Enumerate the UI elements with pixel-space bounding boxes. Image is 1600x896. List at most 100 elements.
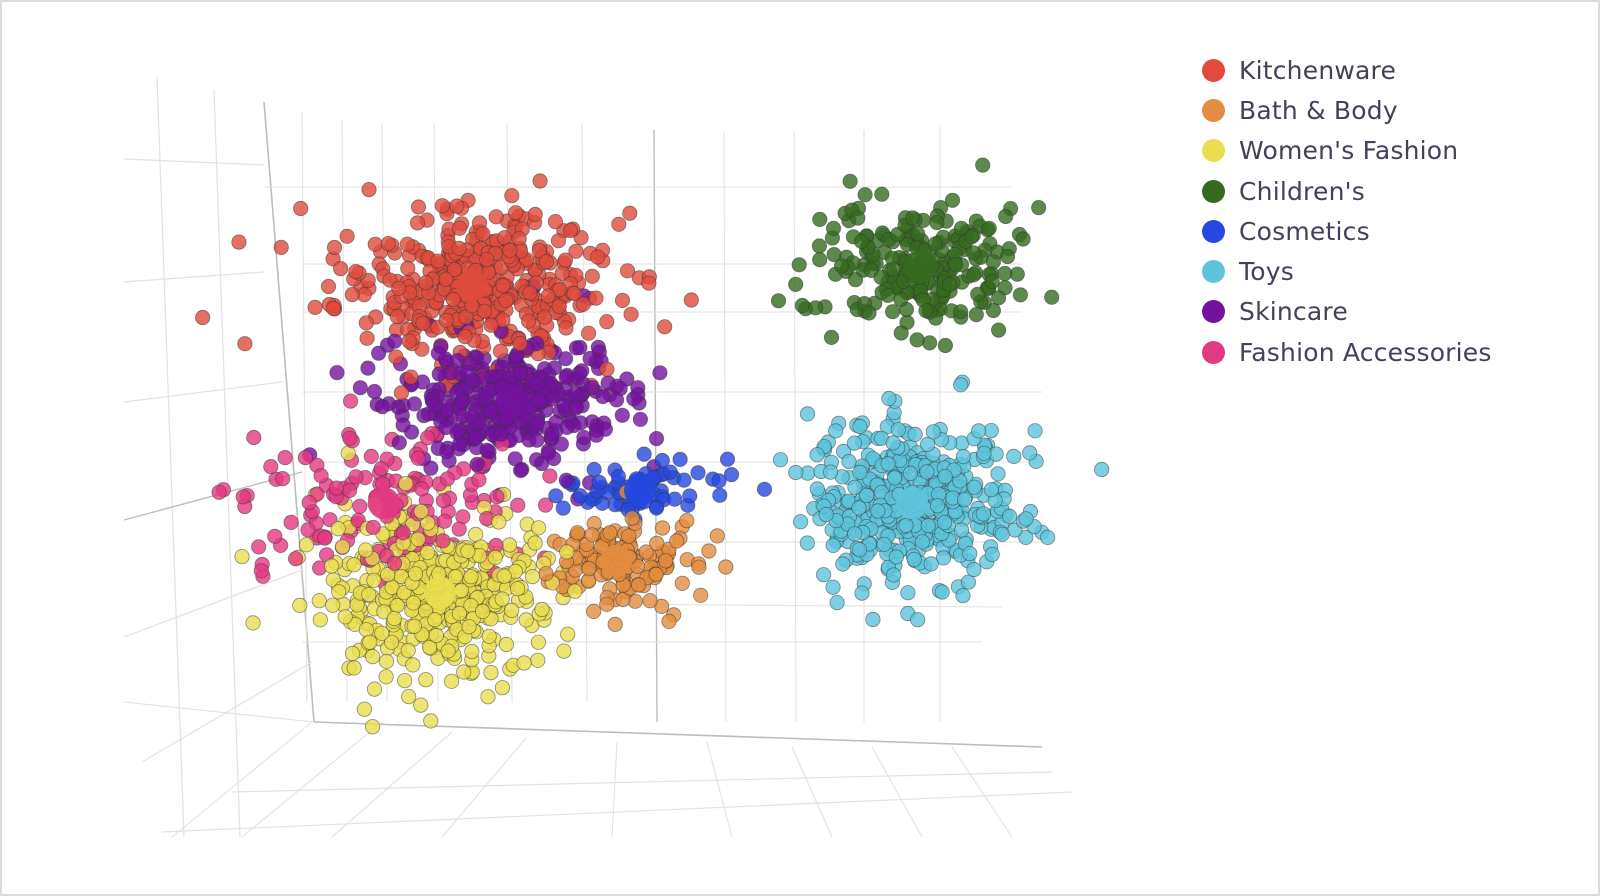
data-point-skincare[interactable] [329,364,345,381]
data-point-fashion-accessories[interactable] [301,494,317,511]
data-point-toys[interactable] [914,534,931,550]
data-point-fashion-accessories[interactable] [341,482,358,498]
data-point-skincare[interactable] [475,370,491,386]
data-point-cosmetics[interactable] [572,488,588,504]
data-point-children-s[interactable] [953,304,969,320]
data-point-kitchenware[interactable] [359,330,375,346]
data-point-children-s[interactable] [1012,287,1029,303]
data-point-kitchenware[interactable] [527,206,543,223]
centroid-women-s-fashion[interactable] [424,576,456,609]
data-point-children-s[interactable] [990,322,1007,338]
data-point-women-s-fashion[interactable] [423,713,439,729]
data-point-women-s-fashion[interactable] [292,597,308,614]
data-point-kitchenware[interactable] [320,278,337,295]
data-point-toys[interactable] [966,561,982,578]
data-point-bath-body[interactable] [654,520,671,536]
data-point-children-s[interactable] [884,304,901,320]
data-point-fashion-accessories[interactable] [410,450,426,466]
data-point-women-s-fashion[interactable] [330,521,346,537]
data-point-kitchenware[interactable] [339,228,355,244]
data-point-kitchenware[interactable] [557,252,574,268]
data-point-skincare[interactable] [374,399,391,415]
data-point-kitchenware[interactable] [399,236,415,252]
data-point-women-s-fashion[interactable] [481,628,497,644]
data-point-children-s[interactable] [861,305,877,321]
data-point-women-s-fashion[interactable] [344,645,361,662]
data-point-toys[interactable] [919,464,935,480]
data-point-cosmetics[interactable] [636,446,652,462]
data-point-toys[interactable] [910,612,926,628]
data-point-skincare[interactable] [548,414,564,430]
data-point-women-s-fashion[interactable] [356,701,372,717]
data-point-kitchenware[interactable] [575,296,591,312]
data-point-cosmetics[interactable] [672,451,688,467]
data-point-fashion-accessories[interactable] [253,563,269,579]
data-point-women-s-fashion[interactable] [443,673,460,689]
data-point-women-s-fashion[interactable] [331,584,347,600]
data-point-kitchenware[interactable] [683,292,699,308]
data-point-kitchenware[interactable] [512,336,528,352]
data-point-women-s-fashion[interactable] [483,664,499,681]
data-point-kitchenware[interactable] [451,240,467,256]
data-point-toys[interactable] [1040,529,1056,546]
data-point-toys[interactable] [976,445,992,461]
data-point-women-s-fashion[interactable] [418,672,434,688]
data-point-toys[interactable] [925,424,941,440]
data-point-children-s[interactable] [842,173,858,189]
data-point-toys[interactable] [983,482,1000,498]
data-point-children-s[interactable] [847,272,864,288]
data-point-kitchenware[interactable] [599,361,615,377]
data-point-skincare[interactable] [406,396,422,412]
data-point-fashion-accessories[interactable] [352,498,368,514]
data-point-kitchenware[interactable] [358,315,374,331]
data-point-fashion-accessories[interactable] [251,539,267,555]
data-point-kitchenware[interactable] [445,291,461,308]
data-point-skincare[interactable] [648,430,665,447]
data-point-women-s-fashion[interactable] [530,634,547,650]
data-point-toys[interactable] [792,514,809,530]
data-point-toys[interactable] [829,594,845,611]
centroid-bath-body[interactable] [600,544,632,577]
data-point-toys[interactable] [825,537,841,554]
centroid-children-s[interactable] [904,250,936,283]
data-point-women-s-fashion[interactable] [556,643,572,659]
data-point-children-s[interactable] [921,335,938,351]
data-point-toys[interactable] [971,423,987,439]
data-point-fashion-accessories[interactable] [342,430,358,446]
data-point-skincare[interactable] [572,339,588,356]
data-point-kitchenware[interactable] [562,222,579,238]
data-point-women-s-fashion[interactable] [474,603,491,620]
data-point-women-s-fashion[interactable] [337,609,353,625]
data-point-women-s-fashion[interactable] [401,688,417,705]
data-point-fashion-accessories[interactable] [275,470,291,487]
data-point-fashion-accessories[interactable] [395,524,411,541]
data-point-toys[interactable] [898,517,914,534]
data-point-fashion-accessories[interactable] [365,519,381,536]
data-point-skincare[interactable] [464,409,481,425]
data-point-kitchenware[interactable] [622,205,638,221]
data-point-women-s-fashion[interactable] [245,615,261,631]
data-point-toys[interactable] [788,464,804,481]
data-point-kitchenware[interactable] [449,198,465,214]
data-point-children-s[interactable] [981,220,997,236]
data-point-women-s-fashion[interactable] [530,520,547,536]
data-point-toys[interactable] [962,545,978,562]
data-point-fashion-accessories[interactable] [211,484,227,500]
data-point-children-s[interactable] [791,257,807,273]
data-point-skincare[interactable] [467,430,484,446]
data-point-bath-body[interactable] [630,577,647,593]
data-point-kitchenware[interactable] [589,249,606,265]
data-point-women-s-fashion[interactable] [386,610,402,627]
data-point-kitchenware[interactable] [504,188,520,204]
data-point-cosmetics[interactable] [719,451,736,467]
data-point-fashion-accessories[interactable] [386,555,403,571]
data-point-children-s[interactable] [941,276,958,293]
data-point-children-s[interactable] [965,245,982,261]
data-point-women-s-fashion[interactable] [496,568,512,584]
data-point-cosmetics[interactable] [586,461,602,478]
data-point-bath-body[interactable] [718,559,734,575]
data-point-children-s[interactable] [811,238,828,254]
data-point-toys[interactable] [825,579,841,595]
data-point-kitchenware[interactable] [508,205,524,221]
data-point-kitchenware[interactable] [540,288,556,304]
